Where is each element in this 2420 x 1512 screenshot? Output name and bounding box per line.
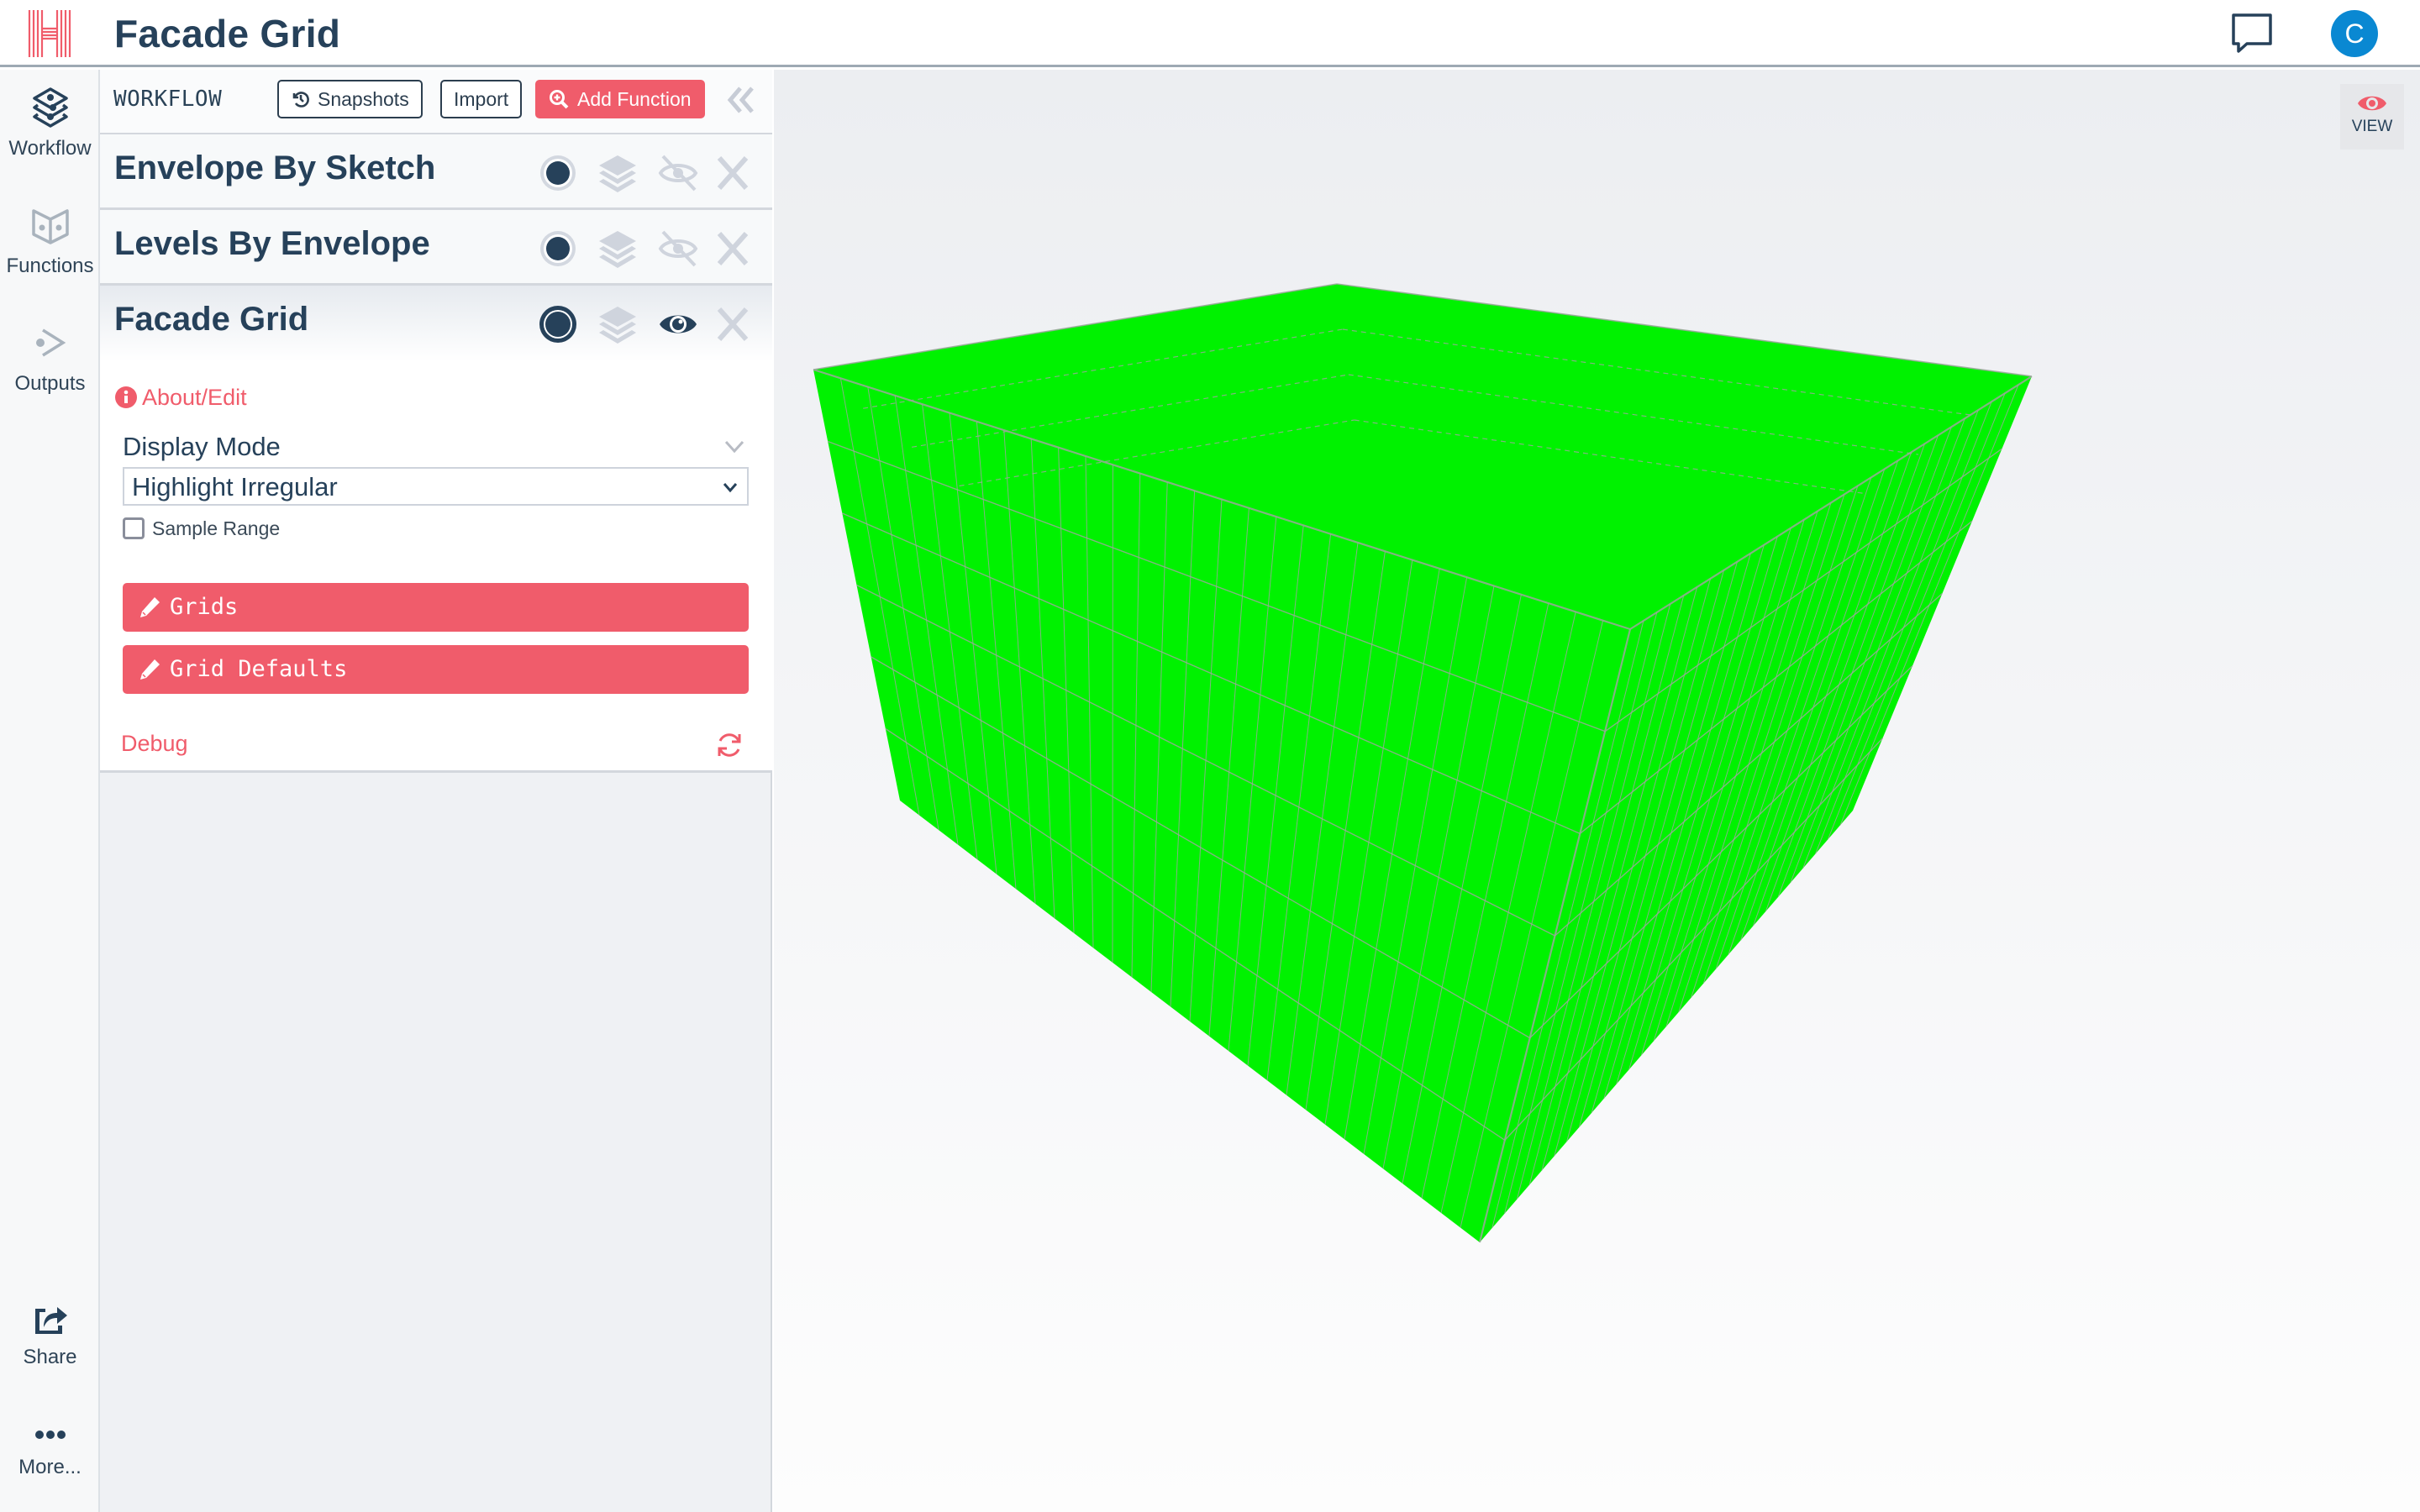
function-title[interactable]: Facade Grid: [114, 301, 308, 339]
workflow-label: WORKFLOW: [113, 87, 223, 112]
grid-defaults-button[interactable]: Grid Defaults: [123, 645, 749, 694]
import-button[interactable]: Import: [440, 80, 523, 118]
collapse-chevrons-icon[interactable]: [725, 85, 759, 115]
add-function-label: Add Function: [577, 88, 692, 110]
outputs-arrow-icon: [35, 328, 66, 357]
about-edit-link[interactable]: About/Edit: [115, 385, 247, 411]
functions-book-icon: [31, 209, 69, 244]
radio-active-icon[interactable]: [538, 228, 578, 269]
hypar-logo-icon[interactable]: [28, 10, 71, 57]
function-row[interactable]: Envelope By Sketch: [100, 134, 772, 210]
eye-icon: [2358, 96, 2386, 111]
workflow-layers-icon: [32, 87, 68, 128]
display-mode-value: Highlight Irregular: [132, 472, 338, 501]
eye-slash-icon[interactable]: [658, 153, 698, 193]
nav-label: More...: [18, 1456, 82, 1478]
chat-icon[interactable]: [2230, 12, 2274, 55]
nav-label: Workflow: [8, 137, 92, 160]
sample-range-checkbox[interactable]: [123, 517, 145, 539]
close-icon[interactable]: [713, 228, 753, 269]
function-row-active[interactable]: Facade Grid: [100, 286, 772, 361]
layers-icon[interactable]: [597, 153, 638, 193]
nav-label: Outputs: [14, 372, 86, 395]
left-nav: Workflow Functions Outputs Share More...: [0, 70, 100, 1512]
eye-slash-icon[interactable]: [658, 228, 698, 269]
nav-item-outputs[interactable]: Outputs: [0, 322, 100, 396]
function-row[interactable]: Levels By Envelope: [100, 210, 772, 286]
layers-icon[interactable]: [597, 228, 638, 269]
radio-selected-icon[interactable]: [538, 304, 578, 344]
nav-item-share[interactable]: Share: [0, 1300, 100, 1369]
display-mode-label: Display Mode: [123, 432, 281, 461]
pencil-icon: [140, 597, 160, 617]
snapshots-button[interactable]: Snapshots: [277, 80, 423, 118]
function-settings: About/Edit Display Mode Highlight Irregu…: [100, 361, 772, 773]
view-button[interactable]: VIEW: [2340, 84, 2404, 150]
nav-label: Functions: [6, 255, 94, 277]
more-dots-icon: [34, 1431, 66, 1439]
debug-link[interactable]: Debug: [121, 731, 188, 757]
layers-icon[interactable]: [597, 304, 638, 344]
radio-active-icon[interactable]: [538, 153, 578, 193]
nav-label: Share: [23, 1346, 77, 1368]
3d-viewport[interactable]: [774, 70, 2420, 1512]
close-icon[interactable]: [713, 153, 753, 193]
function-title[interactable]: Levels By Envelope: [114, 225, 430, 263]
close-icon[interactable]: [713, 304, 753, 344]
sample-range-label: Sample Range: [152, 517, 281, 539]
page-title: Facade Grid: [114, 12, 341, 55]
refresh-icon[interactable]: [715, 731, 744, 759]
nav-item-workflow[interactable]: Workflow: [0, 87, 100, 160]
grids-button[interactable]: Grids: [123, 583, 749, 632]
search-plus-icon: [550, 90, 569, 109]
add-function-button[interactable]: Add Function: [535, 80, 705, 118]
workflow-header: WORKFLOW Snapshots Import Add Function: [100, 70, 772, 134]
history-icon: [292, 92, 309, 108]
app-header: Facade Grid C: [0, 0, 2420, 67]
view-label: VIEW: [2351, 118, 2393, 135]
workflow-panel: WORKFLOW Snapshots Import Add Function E…: [100, 70, 772, 1512]
nav-item-more[interactable]: More...: [0, 1422, 100, 1479]
user-avatar[interactable]: C: [2331, 10, 2378, 57]
eye-icon[interactable]: [658, 304, 698, 344]
about-edit-label: About/Edit: [142, 385, 247, 410]
display-mode-select[interactable]: Highlight Irregular: [123, 467, 749, 506]
grids-label: Grids: [170, 594, 239, 620]
info-icon: [115, 386, 137, 408]
grid-defaults-label: Grid Defaults: [170, 656, 348, 682]
nav-item-functions[interactable]: Functions: [0, 204, 100, 278]
snapshots-label: Snapshots: [318, 88, 409, 110]
pencil-icon: [140, 659, 160, 680]
chevron-down-icon[interactable]: [723, 438, 745, 455]
function-title[interactable]: Envelope By Sketch: [114, 150, 435, 187]
select-arrow-icon: [723, 483, 738, 493]
share-icon: [34, 1307, 67, 1334]
